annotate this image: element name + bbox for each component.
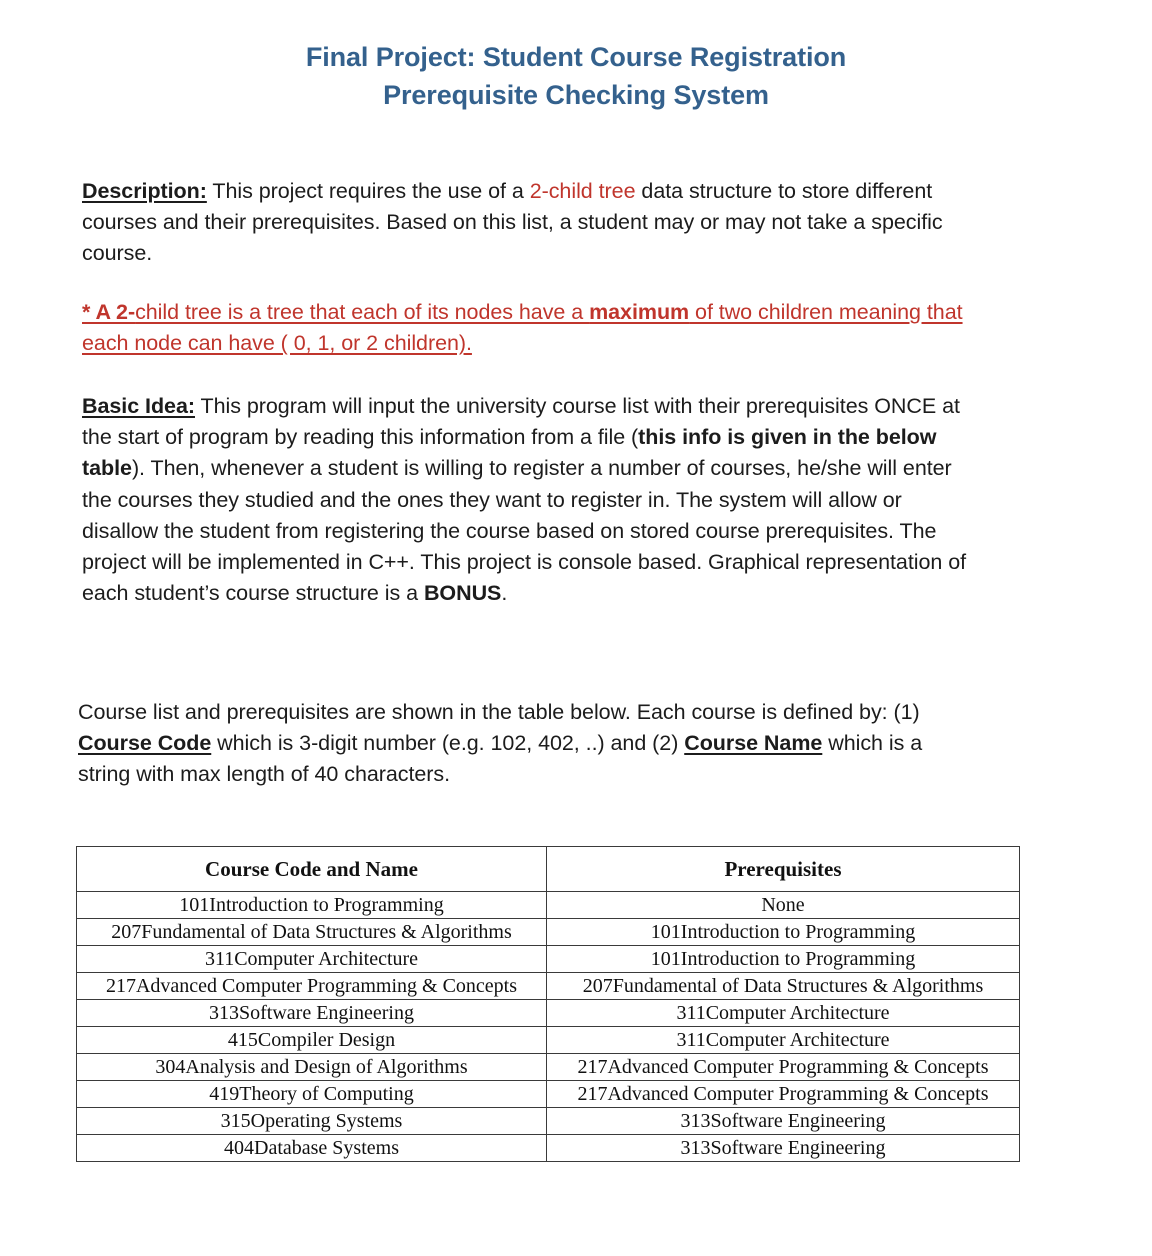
- description-text-1: This project requires the use of a: [206, 179, 530, 203]
- basic-idea-text-2: ). Then, whenever a student is willing t…: [82, 456, 967, 606]
- table-row: 404Database Systems 313Software Engineeri…: [76, 1134, 1020, 1162]
- basic-idea-paragraph: Basic Idea: This program will input the …: [82, 391, 972, 609]
- cell-course-code-and-name: 311Computer Architecture: [76, 945, 547, 973]
- course-table-body: 101Introduction to Programming None 207Fun…: [76, 891, 1020, 1162]
- table-row: 415Compiler Design 311Computer Architectu…: [76, 1026, 1020, 1054]
- cell-prerequisites: 311Computer Architecture: [546, 1026, 1020, 1054]
- two-child-tree-note: * A 2-child tree is a tree that each of …: [82, 297, 972, 359]
- cell-course-code-and-name: 419Theory of Computing: [76, 1080, 547, 1108]
- header-prerequisites: Prerequisites: [546, 846, 1020, 892]
- document-page: Final Project: Student Course Registrati…: [0, 0, 1152, 1256]
- table-row: 101Introduction to Programming None: [76, 891, 1020, 919]
- table-row: 313Software Engineering 311Computer Archi…: [76, 999, 1020, 1027]
- note-bold-prefix: * A 2-: [82, 300, 136, 324]
- table-header-row: Course Code and Name Prerequisites: [76, 846, 1020, 892]
- cell-course-code-and-name: 404Database Systems: [76, 1134, 547, 1162]
- note-text-1: child tree is a tree that each of its no…: [135, 300, 590, 324]
- cell-prerequisites: 313Software Engineering: [546, 1134, 1020, 1162]
- cell-prerequisites: 101Introduction to Programming: [546, 918, 1020, 946]
- cell-course-code-and-name: 313Software Engineering: [76, 999, 547, 1027]
- cell-prerequisites: 207Fundamental of Data Structures & Algo…: [546, 972, 1020, 1000]
- course-table-container: Course Code and Name Prerequisites 101In…: [76, 846, 1020, 1162]
- page-title-line-1: Final Project: Student Course Registrati…: [305, 42, 847, 72]
- cell-course-code-and-name: 304Analysis and Design of Algorithms: [76, 1053, 547, 1081]
- cell-course-code-and-name: 101Introduction to Programming: [76, 891, 547, 919]
- description-label: Description:: [82, 179, 207, 203]
- cell-prerequisites: 313Software Engineering: [546, 1107, 1020, 1135]
- cell-prerequisites: None: [546, 891, 1020, 919]
- note-bold-maximum: maximum: [589, 300, 690, 324]
- table-row: 304Analysis and Design of Algorithms 217A…: [76, 1053, 1020, 1081]
- course-list-intro-paragraph: Course list and prerequisites are shown …: [78, 697, 968, 791]
- table-row: 207Fundamental of Data Structures & Algo…: [76, 918, 1020, 946]
- table-row: 315Operating Systems 313Software Engineer…: [76, 1107, 1020, 1135]
- table-row: 217Advanced Computer Programming & Conce…: [76, 972, 1020, 1000]
- table-row: 419Theory of Computing 217Advanced Comput…: [76, 1080, 1020, 1108]
- cell-prerequisites: 217Advanced Computer Programming & Conce…: [546, 1080, 1020, 1108]
- course-table-head: Course Code and Name Prerequisites: [76, 846, 1020, 892]
- basic-idea-bold-bonus: BONUS: [423, 581, 502, 606]
- page-title: Final Project: Student Course Registrati…: [36, 0, 1116, 115]
- basic-idea-text-3: .: [501, 581, 508, 606]
- cell-course-code-and-name: 207Fundamental of Data Structures & Algo…: [76, 918, 547, 946]
- cell-course-code-and-name: 217Advanced Computer Programming & Conce…: [76, 972, 547, 1000]
- cell-course-code-and-name: 415Compiler Design: [76, 1026, 547, 1054]
- cell-prerequisites: 217Advanced Computer Programming & Conce…: [546, 1053, 1020, 1081]
- cell-prerequisites: 311Computer Architecture: [546, 999, 1020, 1027]
- table-row: 311Computer Architecture 101Introduction …: [76, 945, 1020, 973]
- two-child-tree-highlight: 2-child tree: [529, 179, 636, 203]
- header-course-code-and-name: Course Code and Name: [76, 846, 547, 892]
- page-title-line-2: Prerequisite Checking System: [383, 80, 769, 111]
- cell-course-code-and-name: 315Operating Systems: [76, 1107, 547, 1135]
- course-code-term: Course Code: [78, 731, 212, 756]
- course-prerequisites-table: Course Code and Name Prerequisites 101In…: [76, 846, 1020, 1162]
- course-list-text-1: Course list and prerequisites are shown …: [78, 700, 920, 724]
- basic-idea-label: Basic Idea:: [82, 394, 195, 418]
- cell-prerequisites: 101Introduction to Programming: [546, 945, 1020, 973]
- course-list-text-2: which is 3-digit number (e.g. 102, 402, …: [211, 731, 685, 756]
- description-paragraph: Description: This project requires the u…: [82, 176, 972, 270]
- course-name-term: Course Name: [684, 731, 823, 756]
